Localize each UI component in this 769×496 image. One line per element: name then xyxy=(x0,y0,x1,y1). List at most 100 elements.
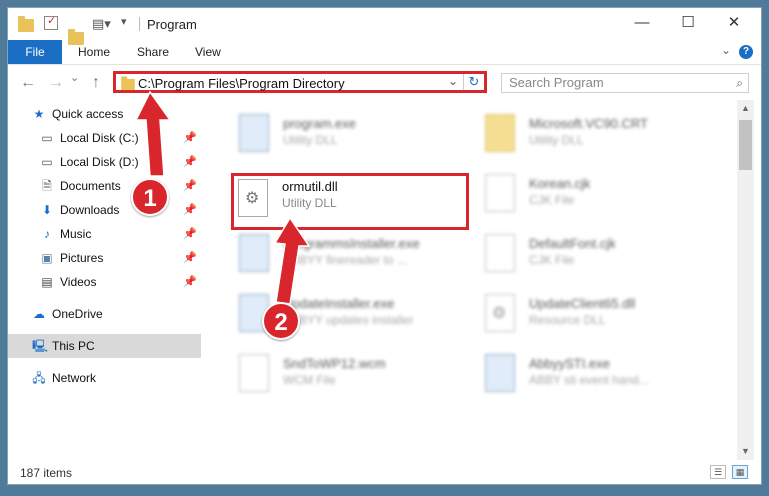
list-item[interactable]: UpdateClient65.dll Resource DLL xyxy=(479,292,719,344)
scroll-up-icon[interactable]: ▲ xyxy=(737,100,754,117)
up-arrow-icon[interactable]: ↑ xyxy=(92,74,100,92)
scroll-thumb[interactable] xyxy=(739,120,752,170)
list-item[interactable]: Microsoft.VC90.CRT Utility DLL xyxy=(479,112,719,164)
sidebar-item-documents[interactable]: 🗎 Documents 📌 xyxy=(8,174,201,198)
tab-home[interactable]: Home xyxy=(78,40,110,64)
address-bar[interactable]: C:\Program Files\Program Directory ⌄ ↻ xyxy=(113,71,487,93)
folder-icon xyxy=(18,16,34,32)
properties-icon[interactable]: ✓ xyxy=(44,15,58,30)
sidebar-item-label: Quick access xyxy=(52,107,124,121)
sidebar-item-videos[interactable]: ▤ Videos 📌 xyxy=(8,270,201,294)
callout-badge-1: 1 xyxy=(131,178,169,216)
cloud-icon: ☁ xyxy=(33,307,45,321)
sidebar-item-music[interactable]: ♪ Music 📌 xyxy=(8,222,201,246)
document-icon: 🗎 xyxy=(42,179,52,193)
music-icon: ♪ xyxy=(44,227,50,241)
address-path: C:\Program Files\Program Directory xyxy=(138,76,345,91)
tab-file[interactable]: File xyxy=(8,40,62,64)
refresh-icon[interactable]: ↻ xyxy=(463,74,484,90)
network-icon: 🖧 xyxy=(32,371,46,385)
forward-arrow-icon[interactable]: → xyxy=(48,74,64,92)
customize-icon[interactable]: ▤▾ xyxy=(92,16,111,32)
file-type: ABBYY finereader to ... xyxy=(283,253,407,267)
pin-icon[interactable]: 📌 xyxy=(183,126,197,150)
pin-icon[interactable]: 📌 xyxy=(183,246,197,270)
details-view-icon[interactable]: ☰ xyxy=(710,465,726,479)
file-type: WCM File xyxy=(283,373,336,387)
list-item[interactable]: Korean.cjk CJK File xyxy=(479,172,719,224)
file-type: CJK File xyxy=(529,193,575,207)
list-item[interactable]: program.exe Utility DLL xyxy=(233,112,473,164)
file-icon xyxy=(485,234,515,272)
file-type: Utility DLL xyxy=(282,196,337,210)
vertical-scrollbar[interactable]: ▲ ▼ xyxy=(737,100,754,460)
pin-icon[interactable]: 📌 xyxy=(183,270,197,294)
address-dropdown-icon[interactable]: ⌄ xyxy=(448,74,458,88)
explorer-window: ✓ ▤▾ ▾ Program — ☐ ✕ File Home Share Vie… xyxy=(7,7,762,485)
highlighted-file-item[interactable]: ormutil.dll Utility DLL xyxy=(231,173,469,230)
navigation-pane: ★ Quick access ▭ Local Disk (C:) 📌 ▭ Loc… xyxy=(8,100,201,460)
sidebar-item-downloads[interactable]: ⬇ Downloads 📌 xyxy=(8,198,201,222)
file-type: Utility DLL xyxy=(529,133,584,147)
drive-icon: ▭ xyxy=(41,131,53,145)
pin-icon[interactable]: 📌 xyxy=(183,198,197,222)
file-name: ormutil.dll xyxy=(282,179,338,194)
qa-dropdown-icon[interactable]: ▾ xyxy=(121,15,127,31)
file-icon xyxy=(239,354,269,392)
title-bar: ✓ ▤▾ ▾ Program — ☐ ✕ xyxy=(8,8,761,45)
recent-dropdown-icon[interactable]: ⌄ xyxy=(70,71,79,84)
item-count: 187 items xyxy=(20,466,73,480)
sidebar-item-pictures[interactable]: ▣ Pictures 📌 xyxy=(8,246,201,270)
file-type: CJK File xyxy=(529,253,575,267)
address-folder-icon xyxy=(121,76,135,91)
scroll-down-icon[interactable]: ▼ xyxy=(737,443,754,460)
pin-icon[interactable]: 📌 xyxy=(183,222,197,246)
tab-share[interactable]: Share xyxy=(137,40,169,64)
sidebar-item-label: Videos xyxy=(60,275,97,289)
sidebar-item-local-disk-c[interactable]: ▭ Local Disk (C:) 📌 xyxy=(8,126,201,150)
sidebar-item-quick-access[interactable]: ★ Quick access xyxy=(8,102,201,126)
sidebar-item-label: This PC xyxy=(52,339,95,353)
file-type: ABBY sti event hand... xyxy=(529,373,649,387)
file-type: ABBYY updates installer xyxy=(283,313,414,327)
pictures-icon: ▣ xyxy=(41,251,53,265)
sidebar-item-this-pc[interactable]: 🖳 This PC xyxy=(8,334,201,358)
sidebar-item-onedrive[interactable]: ☁ OneDrive xyxy=(8,302,201,326)
list-item[interactable]: AbbyySTI.exe ABBY sti event hand... xyxy=(479,352,719,404)
list-item[interactable]: SndToWP12.wcm WCM File xyxy=(233,352,473,404)
help-icon[interactable]: ? xyxy=(739,45,753,59)
sidebar-item-local-disk-d[interactable]: ▭ Local Disk (D:) 📌 xyxy=(8,150,201,174)
list-item[interactable]: ProgrammsInstaller.exe ABBYY finereader … xyxy=(233,232,473,284)
sidebar-item-label: Local Disk (C:) xyxy=(60,131,139,145)
application-icon xyxy=(239,114,269,152)
file-name: AbbyySTI.exe xyxy=(529,356,610,371)
back-arrow-icon[interactable]: ← xyxy=(20,74,36,92)
file-type: Resource DLL xyxy=(529,313,606,327)
minimize-button[interactable]: — xyxy=(619,8,665,38)
pin-icon[interactable]: 📌 xyxy=(183,150,197,174)
drive-icon: ▭ xyxy=(41,155,53,169)
sidebar-item-network[interactable]: 🖧 Network xyxy=(8,366,201,390)
dll-gear-icon xyxy=(485,294,515,332)
file-type: Utility DLL xyxy=(283,133,338,147)
tab-view[interactable]: View xyxy=(195,40,221,64)
pin-icon[interactable]: 📌 xyxy=(183,174,197,198)
file-name: Microsoft.VC90.CRT xyxy=(529,116,648,131)
file-name: UpdateInstaller.exe xyxy=(283,296,395,311)
search-input[interactable]: Search Program ⌕ xyxy=(501,73,749,93)
file-list: program.exe Utility DLL Microsoft.VC90.C… xyxy=(201,100,737,460)
file-name: Korean.cjk xyxy=(529,176,591,191)
large-icons-view-icon[interactable]: ▦ xyxy=(732,465,748,479)
close-button[interactable]: ✕ xyxy=(711,8,757,38)
file-name: ProgrammsInstaller.exe xyxy=(283,236,420,251)
application-icon xyxy=(239,234,269,272)
list-item[interactable]: DefaultFont.cjk CJK File xyxy=(479,232,719,284)
maximize-button[interactable]: ☐ xyxy=(665,8,711,38)
ribbon: File Home Share View ⌄ ? xyxy=(8,40,761,65)
file-name: DefaultFont.cjk xyxy=(529,236,616,251)
file-name: SndToWP12.wcm xyxy=(283,356,386,371)
file-icon xyxy=(485,174,515,212)
ribbon-expand-icon[interactable]: ⌄ xyxy=(721,43,731,57)
title-separator xyxy=(139,17,140,31)
navigation-bar: ← → ⌄ ↑ C:\Program Files\Program Directo… xyxy=(8,65,761,99)
